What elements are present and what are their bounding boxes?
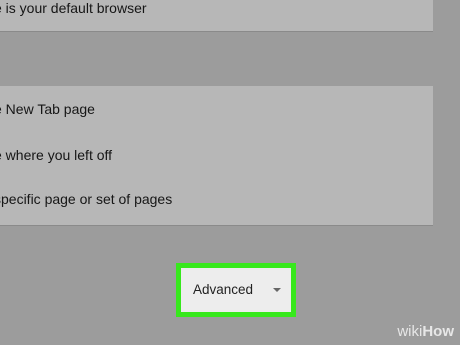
- advanced-button-label: Advanced: [193, 282, 254, 297]
- startup-option-continue[interactable]: e where you left off: [0, 147, 112, 163]
- default-browser-status: e is your default browser: [0, 0, 147, 16]
- default-browser-card: e is your default browser: [0, 0, 433, 32]
- startup-option-new-tab[interactable]: e New Tab page: [0, 101, 95, 117]
- startup-option-specific-pages[interactable]: specific page or set of pages: [0, 191, 172, 207]
- advanced-highlight-frame: Advanced: [176, 263, 296, 317]
- watermark-part-wiki: wiki: [397, 323, 423, 340]
- advanced-button[interactable]: Advanced: [181, 268, 291, 312]
- wikihow-watermark: wikiHow: [397, 323, 454, 341]
- watermark-part-how: How: [422, 323, 454, 340]
- on-startup-card: e New Tab page e where you left off spec…: [0, 86, 433, 226]
- dropdown-arrow-icon: [273, 288, 281, 292]
